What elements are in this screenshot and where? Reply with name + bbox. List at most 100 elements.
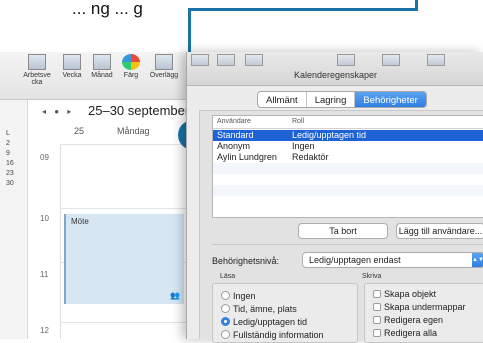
people-icon: 👥 <box>170 291 180 300</box>
users-table: Användare Roll Standard Ledig/upptagen t… <box>212 115 483 218</box>
write-option-edit-own[interactable]: Redigera egen <box>373 315 443 325</box>
hour-label: 12 <box>40 326 49 335</box>
read-group: Ingen Tid, ämne, plats Ledig/upptagen ti… <box>212 283 358 343</box>
hour-label: 11 <box>40 270 49 279</box>
dialog-titlebar: Kalenderegenskaper <box>187 52 483 86</box>
toolbar-color-label: Färg <box>123 72 139 79</box>
empty-row <box>213 196 483 207</box>
row-user: Standard <box>217 130 254 140</box>
toolbar-workweek-label: Arbetsve cka <box>23 72 51 86</box>
write-option-create-items[interactable]: Skapa objekt <box>373 289 436 299</box>
day-number: 25 <box>74 126 85 136</box>
row-role: Ingen <box>292 141 315 151</box>
callout-line-horizontal <box>188 8 418 11</box>
mini-date[interactable]: 16 <box>6 160 14 167</box>
mini-date[interactable]: 2 <box>6 140 10 147</box>
toolbar-icon <box>382 54 400 66</box>
read-option-free-busy[interactable]: Ledig/upptagen tid <box>221 317 307 327</box>
dialog-title: Kalenderegenskaper <box>293 70 378 80</box>
week-title: 25–30 september <box>88 103 190 118</box>
read-option-none[interactable]: Ingen <box>221 291 256 301</box>
read-group-title: Läsa <box>220 273 236 280</box>
mini-date[interactable]: L <box>6 130 10 137</box>
mini-date[interactable]: 23 <box>6 170 14 177</box>
chevron-down-icon: ▲▼ <box>472 253 483 267</box>
hour-label: 09 <box>40 153 49 162</box>
mini-date[interactable]: 9 <box>6 150 10 157</box>
appointment[interactable]: Möte 👥 <box>64 214 184 304</box>
read-option-label: Tid, ämne, plats <box>233 304 297 314</box>
checkbox-icon <box>373 290 381 298</box>
read-option-label: Ingen <box>233 291 256 301</box>
section-divider <box>212 244 483 245</box>
toolbar-icon <box>427 54 445 66</box>
mini-date[interactable]: 30 <box>6 180 14 187</box>
column-header-user[interactable]: Användare <box>217 118 251 125</box>
write-group-title: Skriva <box>362 273 382 280</box>
write-option-label: Redigera egen <box>384 315 444 325</box>
tab-storage[interactable]: Lagring <box>307 92 356 107</box>
checkbox-icon <box>373 316 381 324</box>
empty-row <box>213 174 483 185</box>
toolbar-month-label: Månad <box>91 72 113 79</box>
month-icon <box>93 54 111 70</box>
callout-text: ... ng ... g <box>72 0 143 18</box>
table-row[interactable]: Aylin Lundgren Redaktör <box>213 152 483 163</box>
write-option-create-subfolders[interactable]: Skapa undermappar <box>373 302 466 312</box>
checkbox-icon <box>373 303 381 311</box>
toolbar-month-button[interactable]: Månad <box>88 54 116 79</box>
radio-icon <box>221 291 230 300</box>
write-option-label: Redigera alla <box>384 328 438 338</box>
remove-user-button[interactable]: Ta bort <box>298 223 388 239</box>
hour-label: 10 <box>40 214 49 223</box>
radio-icon <box>221 304 230 313</box>
appointment-title: Möte <box>71 217 89 226</box>
row-role: Redaktör <box>292 152 329 162</box>
toolbar-overlay-button[interactable]: Överlägg <box>146 54 182 79</box>
column-header-role[interactable]: Roll <box>292 118 304 125</box>
mini-calendar: L 2 9 16 23 30 <box>0 100 28 339</box>
write-option-label: Skapa undermappar <box>384 302 466 312</box>
table-row[interactable]: Standard Ledig/upptagen tid <box>213 130 483 141</box>
calendar-properties-dialog: Kalenderegenskaper Allmänt Lagring Behör… <box>186 52 483 343</box>
tab-general[interactable]: Allmänt <box>258 92 307 107</box>
row-user: Aylin Lundgren <box>217 152 277 162</box>
workweek-icon <box>28 54 46 70</box>
read-option-label: Ledig/upptagen tid <box>233 317 308 327</box>
permission-level-value: Ledig/upptagen endast <box>309 255 401 265</box>
toolbar-color-button[interactable]: Färg <box>118 54 144 79</box>
permission-level-select[interactable]: Ledig/upptagen endast ▲▼ <box>302 252 483 268</box>
dialog-tabs: Allmänt Lagring Behörigheter <box>257 91 427 108</box>
empty-row <box>213 163 483 174</box>
color-wheel-icon <box>122 54 140 70</box>
row-user: Anonym <box>217 141 251 151</box>
overlay-icon <box>155 54 173 70</box>
toolbar-week-button[interactable]: Vecka <box>58 54 86 79</box>
radio-icon <box>221 330 230 339</box>
header-divider <box>213 128 483 129</box>
tab-permissions[interactable]: Behörigheter <box>355 92 426 107</box>
empty-row <box>213 185 483 196</box>
toolbar-overlay-label: Överlägg <box>149 72 179 79</box>
permissions-panel: Användare Roll Standard Ledig/upptagen t… <box>199 110 483 343</box>
toolbar-icon <box>217 54 235 66</box>
read-option-time-subject-place[interactable]: Tid, ämne, plats <box>221 304 297 314</box>
radio-selected-icon <box>221 317 230 326</box>
checkbox-icon <box>373 329 381 337</box>
day-name: Måndag <box>117 126 150 136</box>
toolbar-icon <box>191 54 209 66</box>
toolbar-week-label: Vecka <box>62 72 82 79</box>
week-nav-arrows[interactable]: ◂ ● ▸ <box>42 107 74 116</box>
toolbar-icon <box>337 54 355 66</box>
day-divider <box>60 144 61 339</box>
table-row[interactable]: Anonym Ingen <box>213 141 483 152</box>
permission-level-label: Behörighetsnivå: <box>212 256 280 266</box>
toolbar-icon <box>245 54 263 66</box>
callout-line-right <box>415 0 418 11</box>
week-icon <box>63 54 81 70</box>
row-role: Ledig/upptagen tid <box>292 130 367 140</box>
add-user-button[interactable]: Lägg till användare... <box>396 223 483 239</box>
write-option-label: Skapa objekt <box>384 289 437 299</box>
write-option-edit-all[interactable]: Redigera alla <box>373 328 437 338</box>
toolbar-workweek-button[interactable]: Arbetsve cka <box>22 54 52 86</box>
